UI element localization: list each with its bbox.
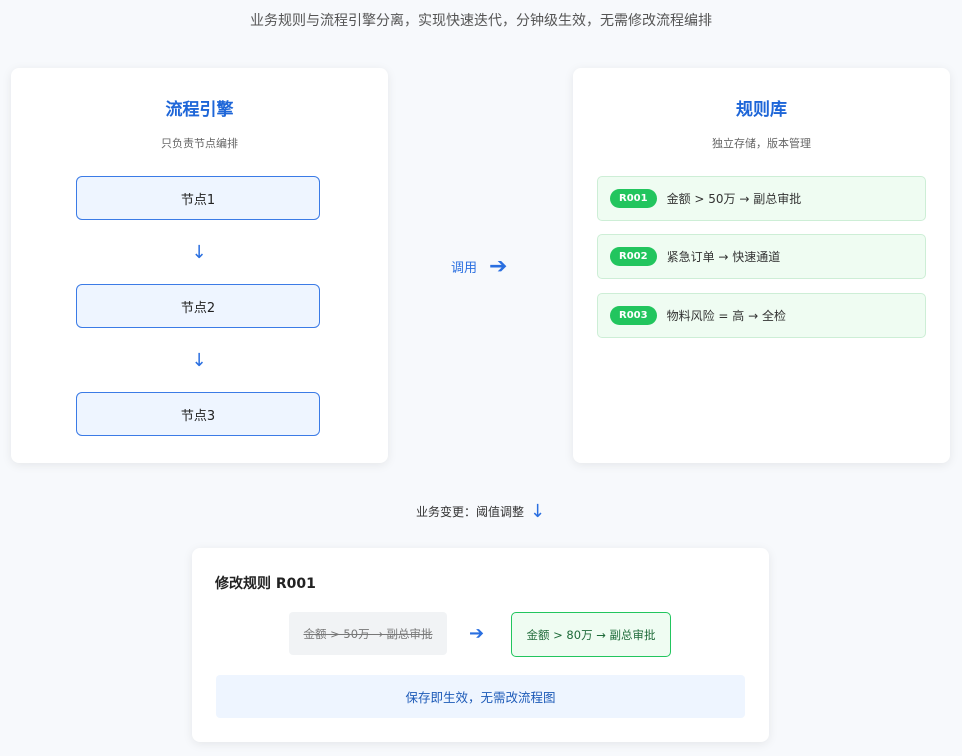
edit-title: 修改规则 R001 [215, 576, 316, 592]
node-2-label: 节点2 [180, 300, 216, 316]
library-title: 规则库 [736, 100, 787, 120]
rule-id-badge: R003 [610, 306, 657, 325]
new-rule[interactable]: 金额 > 80万 → 副总审批 [511, 612, 671, 657]
library-subtitle: 独立存储，版本管理 [712, 137, 811, 150]
engine-title: 流程引擎 [165, 100, 234, 120]
rule-item[interactable]: R001 金额 > 50万 → 副总审批 [597, 176, 926, 221]
rule-item[interactable]: R002 紧急订单 → 快速通道 [597, 234, 926, 279]
save-note: 保存即生效，无需改流程图 [216, 675, 745, 718]
engine-card: 流程引擎 只负责节点编排 节点1 ↓ 节点2 ↓ 节点3 [11, 68, 388, 463]
node-3[interactable]: 节点3 [76, 392, 320, 436]
node-1[interactable]: 节点1 [76, 176, 320, 220]
engine-subtitle: 只负责节点编排 [161, 137, 238, 150]
change-text: 业务变更：阈值调整 [416, 504, 525, 519]
node-2[interactable]: 节点2 [76, 284, 320, 328]
rule-text: 物料风险 = 高 → 全检 [666, 309, 786, 323]
old-rule: 金额 > 50万 → 副总审批 [289, 612, 447, 655]
down-arrow-icon: ↓ [191, 242, 207, 263]
rule-item[interactable]: R003 物料风险 = 高 → 全检 [597, 293, 926, 338]
library-card: 规则库 独立存储，版本管理 R001 金额 > 50万 → 副总审批 R002 … [573, 68, 950, 463]
business-change-label: 业务变更：阈值调整 ↓ [416, 500, 546, 522]
rule-id-badge: R002 [610, 247, 657, 266]
right-arrow-icon: ➔ [469, 623, 485, 644]
call-label: 调用 [451, 260, 478, 276]
rule-text: 金额 > 50万 → 副总审批 [666, 192, 802, 206]
edit-rule-card: 修改规则 R001 金额 > 50万 → 副总审批 ➔ 金额 > 80万 → 副… [192, 548, 769, 742]
rule-text: 紧急订单 → 快速通道 [666, 250, 781, 264]
right-arrow-icon: ➔ [489, 253, 508, 279]
page-subtitle: 业务规则与流程引擎分离，实现快速迭代，分钟级生效，无需修改流程编排 [250, 13, 712, 29]
down-arrow-icon: ↓ [530, 500, 546, 522]
down-arrow-icon: ↓ [191, 350, 207, 371]
call-connector: 调用 ➔ [451, 253, 508, 279]
node-1-label: 节点1 [180, 192, 216, 208]
rule-id-badge: R001 [610, 189, 657, 208]
node-3-label: 节点3 [180, 408, 216, 424]
